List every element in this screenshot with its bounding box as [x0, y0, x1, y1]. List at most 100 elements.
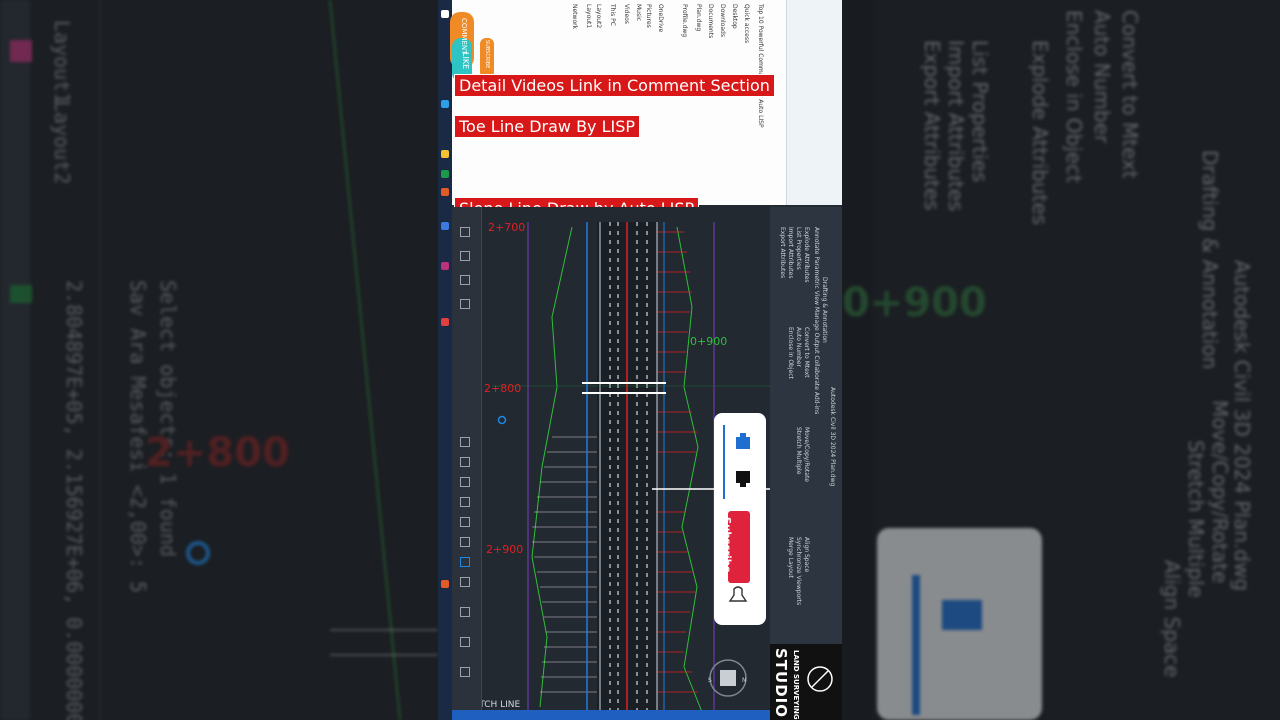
- polar-icon[interactable]: [460, 497, 470, 507]
- explorer-ribbon: [786, 0, 842, 205]
- chrome-icon[interactable]: [441, 188, 449, 196]
- ribbon-tabs[interactable]: Annotate Parametric View Manage Output C…: [813, 227, 820, 414]
- left-coords-text: 2.804897E+05, 2.156927E+06, 0.0000000: [62, 280, 86, 720]
- right-enclose-text: Enclose in Object: [1062, 10, 1086, 183]
- explorer-this-pc[interactable]: This PC: [609, 4, 616, 26]
- ribbon-convert[interactable]: Convert to Mtext: [803, 327, 810, 378]
- station-label-bottom: 2+900: [486, 543, 523, 556]
- station-label-mid: 2+800: [484, 382, 521, 395]
- file-explorer-window: Network Layout1 Layout2 This PC Videos M…: [452, 0, 842, 205]
- snap-icon[interactable]: [460, 457, 470, 467]
- add-layout-icon[interactable]: [460, 299, 470, 309]
- ribbon-list[interactable]: List Properties: [795, 227, 802, 270]
- explorer-music[interactable]: Music: [635, 4, 642, 21]
- explorer-top10[interactable]: Top 10 Powerful Commands for Auto LISP: [757, 4, 764, 128]
- edge-icon[interactable]: [441, 100, 449, 108]
- model-tab-icon[interactable]: [460, 227, 470, 237]
- detail-videos-banner: Detail Videos Link in Comment Section: [454, 74, 775, 97]
- word-icon[interactable]: [441, 222, 449, 230]
- compass-south: S: [708, 677, 712, 684]
- explorer-documents[interactable]: Documents: [707, 4, 714, 38]
- right-import-text: Import Attributes: [944, 40, 968, 212]
- ribbon-import[interactable]: Import Attributes: [787, 227, 794, 278]
- toe-line-banner: Toe Line Draw By LISP: [454, 115, 641, 138]
- right-convert-text: Convert to Mtext: [1118, 10, 1142, 179]
- explorer-quick-access[interactable]: Quick access: [743, 4, 750, 43]
- bell-icon: [728, 586, 748, 602]
- explorer-downloads[interactable]: Downloads: [719, 4, 726, 37]
- right-drafting-text: Drafting & Annotation: [1198, 150, 1222, 370]
- explorer-onedrive[interactable]: OneDrive: [657, 4, 664, 32]
- channel-logo: LAND SURVEYING STUDIO: [770, 644, 842, 720]
- slope-ticks-right: [657, 231, 698, 693]
- left-blur-content: Layout1 Layout2 2.804897E+05, 2.156927E+…: [0, 0, 438, 720]
- layout1-tab-icon[interactable]: [460, 251, 470, 261]
- folder-icon[interactable]: [441, 150, 449, 158]
- ribbon-align[interactable]: Align Space: [803, 537, 810, 572]
- explorer-layout2[interactable]: Layout2: [595, 4, 602, 28]
- ribbon-title: Autodesk Civil 3D 2024 Plan.dwg: [829, 387, 836, 487]
- explorer-network[interactable]: Network: [571, 4, 578, 29]
- station-label-right: 0+900: [690, 335, 727, 348]
- customize-icon[interactable]: [460, 667, 470, 677]
- lineweight-icon[interactable]: [460, 577, 470, 587]
- workspace-icon[interactable]: [460, 637, 470, 647]
- right-station-text: 0+900: [842, 280, 987, 326]
- annotation-scale-icon[interactable]: [460, 607, 470, 617]
- excel-icon[interactable]: [441, 170, 449, 178]
- explorer-profile[interactable]: Profile.dwg: [681, 4, 688, 37]
- left-layout1-text: Layout1: [50, 20, 74, 105]
- app-icon[interactable]: [441, 318, 449, 326]
- layout2-tab-icon[interactable]: [460, 275, 470, 285]
- right-stretch-text: Stretch Multiple: [1184, 440, 1208, 598]
- right-export-text: Export Attributes: [920, 40, 944, 211]
- right-align-text: Align Space: [1160, 560, 1184, 678]
- video-frame: Network Layout1 Layout2 This PC Videos M…: [438, 0, 842, 720]
- explorer-desktop[interactable]: Desktop: [731, 4, 738, 29]
- right-autonum-text: Auto Number: [1090, 10, 1114, 144]
- ribbon-move[interactable]: Move/Copy/Rotate: [803, 427, 810, 482]
- logo-line1: LAND SURVEYING: [792, 650, 800, 720]
- subscribe-button-label: Subscribe: [721, 517, 732, 573]
- left-blur-panel: Layout1 Layout2 2.804897E+05, 2.156927E+…: [0, 0, 438, 720]
- left-station-text: 2+800: [145, 430, 290, 476]
- compass-north: N: [742, 677, 747, 684]
- ribbon-explode[interactable]: Explode Attributes: [803, 227, 810, 283]
- right-blur-panel: 0+900 Autodesk Civil 3D 2024 Plan.dwg Dr…: [842, 0, 1280, 720]
- explorer-layout1[interactable]: Layout1: [585, 4, 592, 28]
- explorer-plan[interactable]: Plan.dwg: [695, 4, 702, 31]
- left-select-text: Select objects: 1 found: [156, 280, 180, 557]
- subscribe-card: Subscribe: [714, 413, 766, 625]
- cad-left-toolbar: [452, 207, 482, 720]
- ribbon-enclose[interactable]: Enclose in Object: [787, 327, 794, 379]
- bottom-status-bar: [452, 710, 770, 720]
- osnap-icon[interactable]: [460, 517, 470, 527]
- ribbon-merge[interactable]: Merge Layout: [787, 537, 794, 578]
- ortho-icon[interactable]: [460, 477, 470, 487]
- grid-icon[interactable]: [460, 437, 470, 447]
- right-list-text: List Properties: [968, 40, 992, 183]
- logo-line2: STUDIO: [772, 648, 790, 718]
- ribbon-workspace[interactable]: Drafting & Annotation: [821, 277, 828, 343]
- explorer-pictures[interactable]: Pictures: [645, 4, 652, 28]
- toe-line-right: [676, 226, 703, 713]
- ribbon-stretch[interactable]: Stretch Multiple: [795, 427, 802, 474]
- subscribe-sticker-text: SUBSCRIBE: [484, 40, 490, 68]
- right-blur-content: 0+900 Autodesk Civil 3D 2024 Plan.dwg Dr…: [842, 0, 1280, 720]
- otrack-icon[interactable]: [460, 537, 470, 547]
- like-sticker-text: LIKE: [461, 52, 470, 69]
- right-explode-text: Explode Attributes: [1028, 40, 1052, 226]
- explorer-videos[interactable]: Videos: [623, 4, 630, 24]
- right-move-text: Move/Copy/Rotate: [1208, 400, 1232, 584]
- tray-icon[interactable]: [441, 580, 449, 588]
- civil3d-icon[interactable]: [441, 262, 449, 270]
- comment-sticker-text: COMMENT: [460, 18, 468, 55]
- viewcube-compass[interactable]: S N: [706, 652, 750, 704]
- left-layout2-text: Layout2: [50, 100, 74, 185]
- ribbon-export[interactable]: Export Attributes: [779, 227, 786, 278]
- dynamic-input-icon[interactable]: [460, 557, 470, 567]
- ribbon-synchronize[interactable]: Synchronize Viewports: [795, 537, 802, 605]
- taskbar-strip: [438, 0, 452, 720]
- right-title-text: Autodesk Civil 3D 2024 Plan.dwg: [1230, 260, 1254, 592]
- ribbon-auto-number[interactable]: Auto Number: [795, 327, 802, 367]
